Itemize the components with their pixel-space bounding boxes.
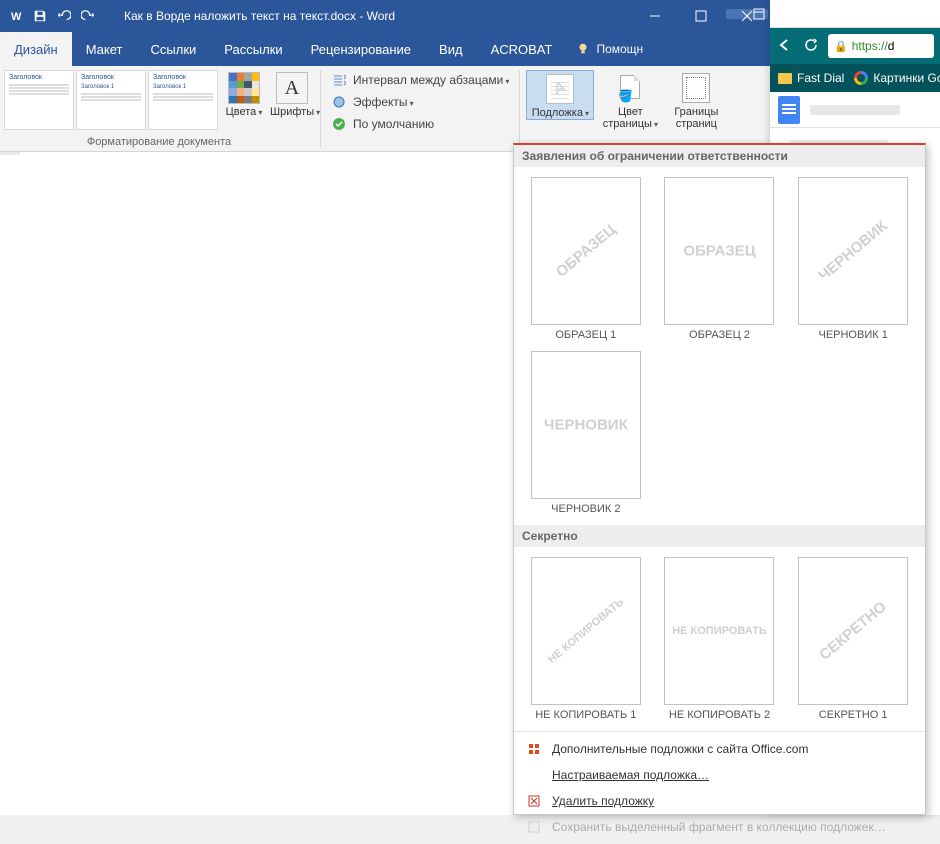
page-color-button[interactable]: 🪣 Цвет страницы [598, 70, 662, 130]
effects-icon [331, 94, 347, 110]
tab-layout[interactable]: Макет [72, 32, 137, 66]
watermark-option-sample2[interactable]: ОБРАЗЕЦ ОБРАЗЕЦ 2 [658, 177, 782, 341]
save-selection-to-gallery: Сохранить выделенный фрагмент в коллекци… [514, 814, 925, 840]
colors-icon [228, 72, 260, 104]
tab-mailings[interactable]: Рассылки [210, 32, 296, 66]
folder-icon [778, 73, 792, 84]
google-docs-header [770, 92, 940, 128]
ribbon-tabs: Дизайн Макет Ссылки Рассылки Рецензирова… [0, 32, 770, 66]
fonts-icon: A [276, 72, 308, 104]
watermark-option-sample1[interactable]: ОБРАЗЕЦ ОБРАЗЕЦ 1 [524, 177, 648, 341]
fonts-button[interactable]: A Шрифты [270, 70, 314, 118]
paragraph-spacing-button[interactable]: Интервал между абзацами [327, 70, 513, 90]
gallery-section-2: НЕ КОПИРОВАТЬ НЕ КОПИРОВАТЬ 1 НЕ КОПИРОВ… [514, 547, 925, 731]
tab-design[interactable]: Дизайн [0, 32, 72, 66]
save-icon[interactable] [30, 9, 50, 23]
svg-text:W: W [11, 11, 22, 23]
page-borders-icon [682, 73, 710, 103]
page-borders-button[interactable]: Границы страниц [666, 70, 726, 130]
word-app-icon[interactable]: W [6, 8, 26, 24]
tab-review[interactable]: Рецензирование [297, 32, 425, 66]
group-page-background: A Подложка 🪣 Цвет страницы Границы стран… [522, 66, 730, 151]
custom-watermark[interactable]: Настраиваемая подложка… [514, 762, 925, 788]
document-title: Как в Ворде наложить текст на текст.docx… [104, 9, 395, 23]
google-docs-icon[interactable] [778, 96, 800, 124]
watermark-button[interactable]: A Подложка [526, 70, 594, 120]
remove-watermark[interactable]: Удалить подложку [514, 788, 925, 814]
watermark-option-draft1[interactable]: ЧЕРНОВИК ЧЕРНОВИК 1 [791, 177, 915, 341]
themes-gallery[interactable]: Заголовок Заголовок Заголовок 1 Заголово… [4, 70, 218, 130]
watermark-option-donotcopy2[interactable]: НЕ КОПИРОВАТЬ НЕ КОПИРОВАТЬ 2 [658, 557, 782, 721]
watermark-menu: Дополнительные подложки с сайта Office.c… [514, 731, 925, 844]
bookmark-google-images[interactable]: Картинки Goo [854, 71, 940, 85]
group-document-formatting: Заголовок Заголовок Заголовок 1 Заголово… [0, 66, 318, 151]
paragraph-spacing-icon [331, 72, 347, 88]
watermark-option-draft2[interactable]: ЧЕРНОВИК ЧЕРНОВИК 2 [524, 351, 648, 515]
effects-button[interactable]: Эффекты [327, 92, 418, 112]
blank-icon [526, 767, 542, 783]
watermark-option-donotcopy1[interactable]: НЕ КОПИРОВАТЬ НЕ КОПИРОВАТЬ 1 [524, 557, 648, 721]
gallery-section-title: Секретно [514, 525, 925, 547]
theme-thumb[interactable]: Заголовок Заголовок 1 [76, 70, 146, 130]
redo-icon[interactable] [78, 9, 98, 23]
theme-thumb[interactable]: Заголовок Заголовок 1 [148, 70, 218, 130]
google-icon [854, 71, 868, 85]
titlebar: W Как в Ворде наложить текст на текст.do… [0, 0, 770, 32]
watermark-option-secret1[interactable]: СЕКРЕТНО СЕКРЕТНО 1 [791, 557, 915, 721]
maximize-button[interactable] [678, 0, 724, 32]
window-controls [632, 0, 770, 32]
tab-acrobat[interactable]: ACROBAT [477, 32, 567, 66]
bookmark-fast-dial[interactable]: Fast Dial [778, 71, 844, 85]
close-button[interactable] [724, 0, 770, 32]
save-selection-icon [526, 819, 542, 835]
set-default-button[interactable]: По умолчанию [327, 114, 438, 134]
lock-icon: 🔒 [834, 40, 848, 53]
bookmarks-bar: Fast Dial Картинки Goo [770, 64, 940, 92]
colors-button[interactable]: Цвета [222, 70, 266, 118]
theme-thumb[interactable]: Заголовок [4, 70, 74, 130]
more-watermarks-office[interactable]: Дополнительные подложки с сайта Office.c… [514, 736, 925, 762]
delete-icon [526, 793, 542, 809]
tell-me[interactable]: Помощн [566, 32, 653, 66]
office-icon [526, 741, 542, 757]
checkmark-icon [331, 116, 347, 132]
ribbon: Заголовок Заголовок Заголовок 1 Заголово… [0, 66, 770, 152]
group-paragraph-settings: Интервал между абзацами Эффекты По умолч… [323, 66, 517, 151]
quick-access-toolbar: W [0, 8, 104, 24]
google-docs-title-placeholder[interactable] [810, 105, 900, 115]
undo-icon[interactable] [54, 9, 74, 23]
watermark-icon: A [546, 74, 574, 104]
browser-titlebar[interactable] [770, 0, 940, 28]
back-icon[interactable] [776, 38, 794, 55]
watermark-gallery-panel: Заявления об ограничении ответственности… [513, 143, 926, 815]
gallery-section-1: ОБРАЗЕЦ ОБРАЗЕЦ 1 ОБРАЗЕЦ ОБРАЗЕЦ 2 ЧЕРН… [514, 167, 925, 525]
reload-icon[interactable] [802, 38, 820, 55]
tab-view[interactable]: Вид [425, 32, 477, 66]
gallery-section-title: Заявления об ограничении ответственности [514, 145, 925, 167]
minimize-button[interactable] [632, 0, 678, 32]
page-color-icon: 🪣 [616, 73, 644, 103]
browser-toolbar: 🔒 https://d [770, 28, 940, 64]
tab-references[interactable]: Ссылки [137, 32, 211, 66]
lightbulb-icon [576, 42, 590, 56]
url-bar[interactable]: 🔒 https://d [828, 34, 934, 58]
